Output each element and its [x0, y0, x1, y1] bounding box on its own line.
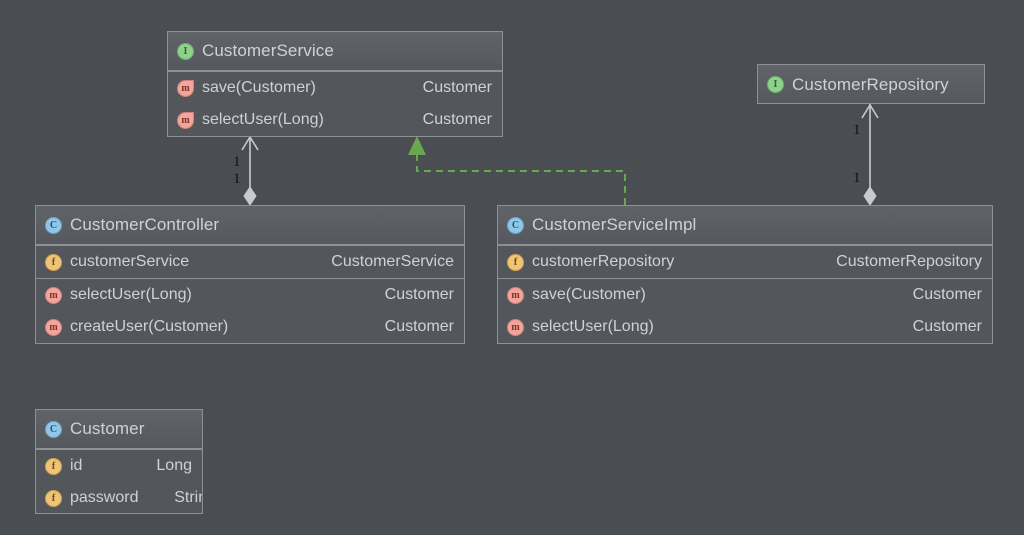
- abstract-method-icon: m: [177, 79, 194, 97]
- member-row[interactable]: m save(Customer) Customer: [498, 279, 992, 311]
- uml-class-customer-service-impl[interactable]: C CustomerServiceImpl f customerReposito…: [497, 205, 993, 344]
- member-name: save(Customer): [202, 79, 316, 96]
- interface-icon: I: [767, 76, 784, 93]
- connector-impl-to-repository[interactable]: [861, 103, 879, 206]
- class-section-methods: m selectUser(Long) Customer m createUser…: [36, 278, 464, 343]
- class-icon: C: [45, 420, 62, 438]
- member-row[interactable]: f id Long: [36, 450, 202, 482]
- member-name: createUser(Customer): [70, 318, 229, 335]
- method-icon: m: [45, 318, 62, 336]
- member-type: Customer: [384, 286, 454, 303]
- member-type: Long: [156, 457, 192, 474]
- class-section-fields: f customerService CustomerService: [36, 245, 464, 278]
- connector-impl-realizes-service[interactable]: [408, 136, 626, 205]
- class-icon: C: [507, 216, 524, 234]
- member-name: selectUser(Long): [70, 286, 192, 303]
- class-header-customer-controller[interactable]: C CustomerController: [36, 206, 464, 245]
- method-icon: m: [45, 286, 62, 304]
- class-name-label: CustomerServiceImpl: [532, 215, 697, 234]
- field-icon: f: [45, 489, 62, 507]
- member-row[interactable]: m selectUser(Long) Customer: [168, 104, 502, 136]
- member-row[interactable]: f password String: [36, 482, 202, 513]
- class-section-methods: m save(Customer) Customer m selectUser(L…: [168, 71, 502, 136]
- uml-class-customer-controller[interactable]: C CustomerController f customerService C…: [35, 205, 465, 344]
- member-type: Customer: [912, 318, 982, 335]
- abstract-method-icon: m: [177, 111, 194, 129]
- class-name-label: CustomerRepository: [792, 74, 949, 94]
- member-row[interactable]: m createUser(Customer) Customer: [36, 311, 464, 343]
- field-icon: f: [45, 457, 62, 475]
- uml-class-customer-service[interactable]: I CustomerService m save(Customer) Custo…: [167, 31, 503, 137]
- member-name: password: [70, 489, 139, 506]
- class-section-fields: f id Long f password String: [36, 449, 202, 513]
- multiplicity-label-repository-bottom: 1: [853, 170, 861, 186]
- multiplicity-label-controller-bottom: 1: [233, 171, 241, 187]
- class-header-customer-service-impl[interactable]: C CustomerServiceImpl: [498, 206, 992, 245]
- member-type: CustomerRepository: [836, 253, 982, 270]
- member-name: selectUser(Long): [532, 318, 654, 335]
- connector-controller-to-service[interactable]: [241, 135, 259, 206]
- member-name: id: [70, 457, 83, 474]
- member-type: Customer: [912, 286, 982, 303]
- interface-icon: I: [177, 42, 194, 60]
- uml-class-customer-repository[interactable]: I CustomerRepository: [757, 64, 985, 104]
- class-section-fields: f customerRepository CustomerRepository: [498, 245, 992, 278]
- class-section-methods: m save(Customer) Customer m selectUser(L…: [498, 278, 992, 343]
- member-type: Customer: [422, 79, 492, 96]
- member-type: CustomerService: [331, 253, 454, 270]
- class-icon: C: [45, 216, 62, 234]
- class-header-customer-repository[interactable]: I CustomerRepository: [758, 65, 984, 103]
- multiplicity-label-repository-top: 1: [853, 122, 861, 138]
- uml-class-customer[interactable]: C Customer f id Long f password String: [35, 409, 203, 514]
- member-type: String: [174, 489, 202, 506]
- multiplicity-label-controller-top: 1: [233, 154, 241, 170]
- member-row[interactable]: f customerService CustomerService: [36, 246, 464, 278]
- member-type: Customer: [422, 111, 492, 128]
- member-name: save(Customer): [532, 286, 646, 303]
- method-icon: m: [507, 318, 524, 336]
- method-icon: m: [507, 286, 524, 304]
- class-name-label: CustomerController: [70, 215, 220, 234]
- member-type: Customer: [384, 318, 454, 335]
- class-name-label: Customer: [70, 419, 145, 438]
- class-header-customer-service[interactable]: I CustomerService: [168, 32, 502, 71]
- class-name-label: CustomerService: [202, 41, 334, 60]
- member-row[interactable]: m selectUser(Long) Customer: [36, 279, 464, 311]
- field-icon: f: [45, 253, 62, 271]
- uml-diagram-canvas[interactable]: 1 1 1 1 I CustomerService m save(Custome…: [0, 0, 1024, 535]
- member-row[interactable]: m save(Customer) Customer: [168, 72, 502, 104]
- member-row[interactable]: f customerRepository CustomerRepository: [498, 246, 992, 278]
- member-row[interactable]: m selectUser(Long) Customer: [498, 311, 992, 343]
- member-name: customerRepository: [532, 253, 675, 270]
- member-name: selectUser(Long): [202, 111, 324, 128]
- field-icon: f: [507, 253, 524, 271]
- class-header-customer[interactable]: C Customer: [36, 410, 202, 449]
- member-name: customerService: [70, 253, 190, 270]
